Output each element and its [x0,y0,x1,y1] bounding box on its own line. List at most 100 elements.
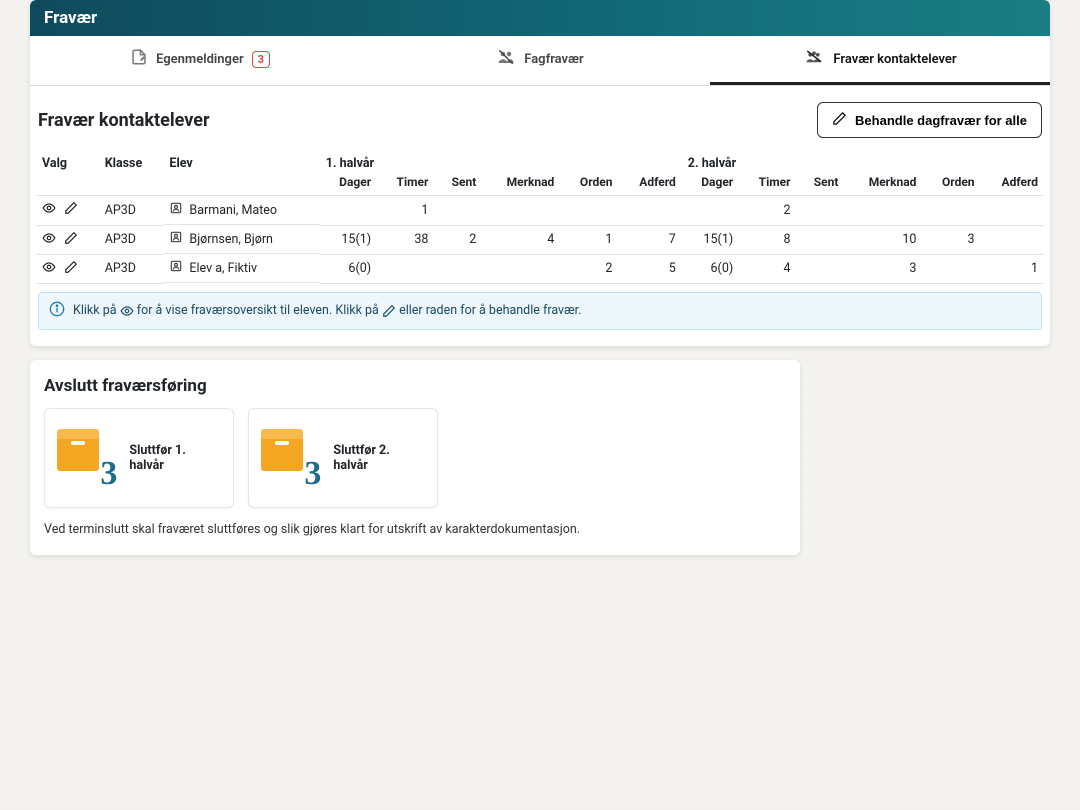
cell-t1-timer: 1 [377,196,434,226]
th-adferd: Adferd [981,173,1044,196]
cell-t1-sent [434,196,482,226]
tile-label: Sluttfør 2. halvår [333,443,425,473]
th-timer: Timer [739,173,796,196]
behandle-alle-button[interactable]: Behandle dagfravær for alle [817,102,1042,138]
cell-t2-sent [797,225,845,254]
archive-icon: 3 [261,427,321,489]
th-term2: 2. halvår [682,148,1044,173]
table-row[interactable]: AP3DElev a, Fiktiv6(0)256(0)431 [36,254,1044,283]
person-icon [169,201,183,219]
button-label: Behandle dagfravær for alle [855,113,1027,128]
pencil-icon [382,304,396,318]
archive-icon: 3 [57,427,117,489]
cell-t2-orden: 3 [922,225,980,254]
info-icon [49,301,65,321]
cell-klasse: AP3D [99,254,164,283]
tab-label: Fagfravær [524,52,583,67]
pencil-icon[interactable] [64,260,78,278]
cell-t2-dager [682,196,739,226]
pencil-icon[interactable] [64,231,78,249]
th-sent: Sent [434,173,482,196]
cell-t1-adferd [618,196,681,226]
cell-t1-orden: 2 [560,254,618,283]
person-icon [169,259,183,277]
cell-t2-timer: 2 [739,196,796,226]
pencil-icon [832,111,847,129]
document-edit-icon [130,48,148,70]
info-text: Klikk på for å vise fraværsoversikt til … [73,303,581,318]
users-slash-icon [803,48,825,70]
th-elev: Elev [163,148,319,173]
badge-count: 3 [252,51,270,68]
cell-t1-merknad: 4 [482,225,560,254]
cell-t1-sent: 2 [434,225,482,254]
tile-label: Sluttfør 1. halvår [129,443,221,473]
cell-t2-timer: 4 [739,254,796,283]
sluttfor-1-tile[interactable]: 3 Sluttfør 1. halvår [44,408,234,508]
cell-t2-adferd [981,196,1044,226]
cell-t1-orden [560,196,618,226]
table-row[interactable]: AP3DBarmani, Mateo12 [36,196,1044,226]
eye-icon[interactable] [42,231,56,249]
cell-t2-dager: 6(0) [682,254,739,283]
th-term1: 1. halvår [320,148,682,173]
th-sent: Sent [797,173,845,196]
group-slash-icon [496,48,516,70]
th-merknad: Merknad [482,173,560,196]
cell-elev: Bjørnsen, Bjørn [163,225,319,254]
th-orden: Orden [922,173,980,196]
page-title: Fravær [30,0,1050,36]
person-icon [169,230,183,248]
cell-t1-dager [320,196,377,226]
avslutt-title: Avslutt fraværsføring [44,376,786,396]
th-timer: Timer [377,173,434,196]
cell-t2-sent [797,196,845,226]
tab-egenmeldinger[interactable]: Egenmeldinger 3 [30,36,370,85]
cell-t2-timer: 8 [739,225,796,254]
cell-klasse: AP3D [99,196,164,226]
cell-t1-timer: 38 [377,225,434,254]
cell-t1-adferd: 5 [618,254,681,283]
th-dager: Dager [320,173,377,196]
attendance-table: Valg Klasse Elev 1. halvår 2. halvår Dag… [36,148,1044,284]
th-dager: Dager [682,173,739,196]
cell-t2-merknad: 10 [844,225,922,254]
th-orden: Orden [560,173,618,196]
eye-icon [120,304,134,318]
cell-t1-timer [377,254,434,283]
cell-t1-adferd: 7 [618,225,681,254]
cell-t2-adferd: 1 [981,254,1044,283]
th-klasse: Klasse [99,148,164,173]
th-valg: Valg [36,148,99,173]
cell-t1-merknad [482,196,560,226]
cell-elev: Elev a, Fiktiv [163,254,319,283]
tab-label: Fravær kontaktelever [833,52,956,67]
eye-icon[interactable] [42,201,56,219]
cell-t1-merknad [482,254,560,283]
table-row[interactable]: AP3DBjørnsen, Bjørn15(1)38241715(1)8103 [36,225,1044,254]
cell-t2-orden [922,196,980,226]
tab-label: Egenmeldinger [156,52,244,67]
cell-t1-orden: 1 [560,225,618,254]
pencil-icon[interactable] [64,201,78,219]
eye-icon[interactable] [42,260,56,278]
cell-t2-adferd [981,225,1044,254]
sluttfor-2-tile[interactable]: 3 Sluttfør 2. halvår [248,408,438,508]
cell-t2-orden [922,254,980,283]
avslutt-desc: Ved terminslutt skal fraværet sluttføres… [44,522,786,537]
cell-t2-merknad: 3 [844,254,922,283]
cell-t1-dager: 15(1) [320,225,377,254]
tab-bar: Egenmeldinger 3 Fagfravær Fravær kontakt… [30,36,1050,86]
cell-t2-merknad [844,196,922,226]
tab-kontaktelever[interactable]: Fravær kontaktelever [710,36,1050,85]
section-title: Fravær kontaktelever [38,110,210,131]
cell-t2-sent [797,254,845,283]
th-merknad: Merknad [844,173,922,196]
cell-klasse: AP3D [99,225,164,254]
cell-t1-sent [434,254,482,283]
info-banner: Klikk på for å vise fraværsoversikt til … [38,292,1042,330]
cell-t1-dager: 6(0) [320,254,377,283]
th-adferd: Adferd [618,173,681,196]
tab-fagfravaer[interactable]: Fagfravær [370,36,710,85]
cell-t2-dager: 15(1) [682,225,739,254]
